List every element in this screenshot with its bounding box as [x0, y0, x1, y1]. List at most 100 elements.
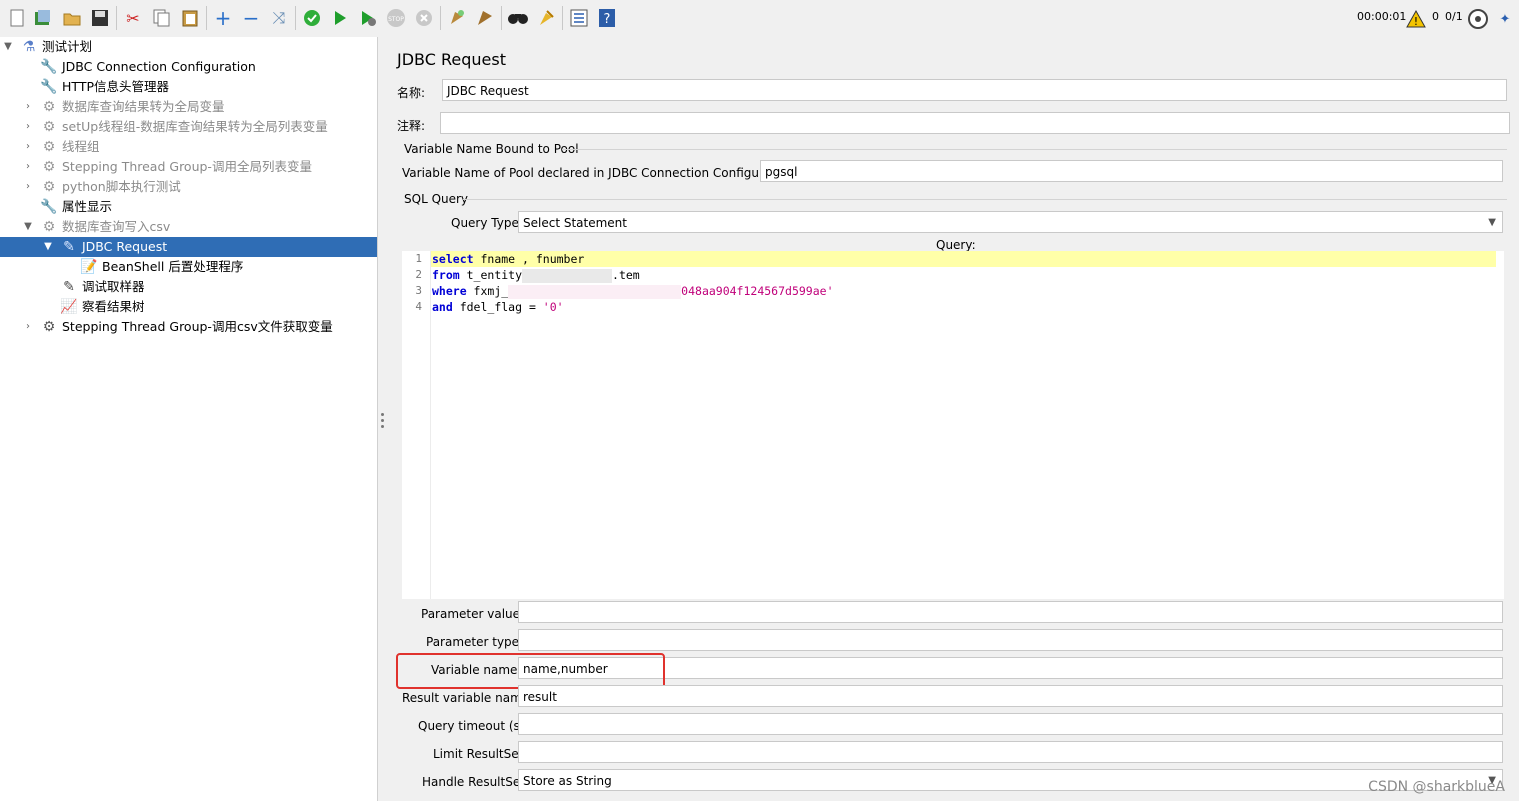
copy-icon[interactable]	[151, 7, 173, 29]
reset-search-icon[interactable]	[535, 7, 557, 29]
svg-text:!: !	[1414, 15, 1418, 28]
flask-icon: ⚗	[22, 39, 36, 55]
chevron-down-icon: ▼	[1488, 217, 1496, 228]
tree-item-jdbc-config[interactable]: 🔧 JDBC Connection Configuration	[0, 57, 377, 77]
code-line-2: from t_entity .tem	[432, 267, 640, 283]
toggle-icon[interactable]: ⤨	[268, 7, 290, 29]
tree-item-label: 数据库查询写入csv	[62, 219, 171, 234]
paste-icon[interactable]	[179, 7, 201, 29]
tree-item-jdbc-request[interactable]: ▼ ✎ JDBC Request	[0, 237, 377, 257]
tree-item-http-header[interactable]: 🔧 HTTP信息头管理器	[0, 77, 377, 97]
start-icon[interactable]	[329, 7, 351, 29]
query-type-label: Query Type:	[451, 216, 523, 230]
tree-item-label: 属性显示	[62, 199, 113, 214]
line-number: 2	[415, 268, 422, 281]
expand-arrow-icon[interactable]: ›	[22, 137, 34, 157]
tree-item-property-display[interactable]: 🔧 属性显示	[0, 197, 377, 217]
chart-icon: 📈	[60, 299, 78, 315]
comment-label: 注释:	[397, 119, 426, 133]
warning-icon[interactable]: !	[1405, 8, 1427, 30]
tree-item-stepping-thread-group[interactable]: › ⚙ Stepping Thread Group-调用全局列表变量	[0, 157, 377, 177]
expand-arrow-icon[interactable]: ›	[22, 317, 34, 337]
handle-resultset-label: Handle ResultSet:	[422, 775, 529, 789]
collapse-icon[interactable]: −	[240, 6, 262, 30]
gear-icon: ⚙	[42, 179, 56, 195]
templates-icon[interactable]	[32, 7, 54, 29]
param-values-field[interactable]	[518, 601, 1503, 623]
name-label: 名称:	[397, 86, 426, 100]
expand-icon[interactable]: +	[212, 6, 234, 30]
variable-names-field[interactable]: name,number	[518, 657, 1503, 679]
expand-arrow-icon[interactable]: ›	[22, 157, 34, 177]
toolbar: ✂ + − ⤨ STOP ? 00:00:01 ! 0 0/1 ✦	[0, 0, 1519, 38]
tree-item-thread-group[interactable]: › ⚙ 线程组	[0, 137, 377, 157]
elapsed-time: 00:00:01	[1357, 10, 1407, 23]
gear-icon: ⚙	[42, 99, 56, 115]
line-number: 1	[415, 252, 422, 265]
stop-icon[interactable]: STOP	[385, 7, 407, 29]
group-divider	[562, 149, 1507, 150]
tree-item-debug-sampler[interactable]: ✎ 调试取样器	[0, 277, 377, 297]
clear-icon[interactable]	[446, 7, 468, 29]
code-text: fxmj_	[466, 284, 509, 298]
tree-item-db-to-csv[interactable]: ▼ ⚙ 数据库查询写入csv	[0, 217, 377, 237]
collapse-arrow-icon[interactable]: ▼	[22, 217, 34, 237]
param-values-label: Parameter values:	[421, 607, 531, 621]
new-icon[interactable]	[6, 7, 28, 29]
open-icon[interactable]	[61, 7, 83, 29]
tree-item-label: 察看结果树	[82, 299, 145, 314]
help-icon[interactable]: ?	[596, 7, 618, 29]
tree-item-label: Stepping Thread Group-调用全局列表变量	[62, 159, 312, 174]
tree-item-label: BeanShell 后置处理程序	[102, 259, 244, 274]
function-helper-icon[interactable]	[568, 7, 590, 29]
start-no-pause-icon[interactable]	[357, 7, 379, 29]
log-viewer-icon[interactable]: ✦	[1494, 8, 1516, 30]
tree-item-view-results-tree[interactable]: 📈 察看结果树	[0, 297, 377, 317]
collapse-arrow-icon[interactable]: ▼	[42, 237, 54, 257]
result-variable-field[interactable]: result	[518, 685, 1503, 707]
query-type-select[interactable]: Select Statement ▼	[518, 211, 1503, 233]
tree-item-beanshell[interactable]: 📝 BeanShell 后置处理程序	[0, 257, 377, 277]
param-types-label: Parameter types:	[426, 635, 530, 649]
splitter-handle[interactable]	[378, 37, 387, 801]
code-string: '0'	[542, 300, 564, 314]
expand-arrow-icon[interactable]: ›	[22, 177, 34, 197]
remote-status-icon[interactable]	[1467, 8, 1489, 30]
query-label: Query:	[936, 238, 976, 252]
comment-field[interactable]	[440, 112, 1510, 134]
shutdown-icon[interactable]	[413, 7, 435, 29]
tree-item-stepping-csv[interactable]: › ⚙ Stepping Thread Group-调用csv文件获取变量	[0, 317, 377, 337]
tree-item-setup-thread-group[interactable]: › ⚙ setUp线程组-数据库查询结果转为全局列表变量	[0, 117, 377, 137]
watermark: CSDN @sharkblueA	[1368, 779, 1505, 795]
tree-item-python-test[interactable]: › ⚙ python脚本执行测试	[0, 177, 377, 197]
sql-keyword: select	[432, 252, 474, 266]
save-icon[interactable]	[89, 7, 111, 29]
gear-icon: ⚙	[42, 159, 56, 175]
tree-item-test-plan[interactable]: ▼ ⚗ 测试计划	[0, 37, 377, 57]
handle-resultset-value: Store as String	[523, 774, 612, 788]
line-number: 3	[415, 284, 422, 297]
collapse-arrow-icon[interactable]: ▼	[2, 37, 14, 57]
handle-resultset-select[interactable]: Store as String ▼	[518, 769, 1503, 791]
redacted-text	[508, 284, 682, 299]
code-line-1: select fname , fnumber	[432, 251, 584, 267]
cut-icon[interactable]: ✂	[122, 7, 144, 29]
limit-resultset-field[interactable]	[518, 741, 1503, 763]
expand-arrow-icon[interactable]: ›	[22, 117, 34, 137]
query-timeout-field[interactable]	[518, 713, 1503, 735]
search-icon[interactable]	[507, 7, 529, 29]
validate-icon[interactable]	[301, 7, 323, 29]
name-field[interactable]: JDBC Request	[442, 79, 1507, 101]
wrench-icon: 🔧	[40, 79, 58, 95]
current-line-highlight	[431, 251, 1496, 267]
clear-all-icon[interactable]	[474, 7, 496, 29]
sql-group-title: SQL Query	[404, 192, 469, 206]
tree-item-label: HTTP信息头管理器	[62, 79, 169, 94]
expand-arrow-icon[interactable]: ›	[22, 97, 34, 117]
sql-query-editor[interactable]: 1 2 3 4 select fname , fnumber from t_en…	[402, 251, 1504, 599]
pool-name-field[interactable]: pgsql	[760, 160, 1503, 182]
tree-item-db-global-var[interactable]: › ⚙ 数据库查询结果转为全局变量	[0, 97, 377, 117]
param-types-field[interactable]	[518, 629, 1503, 651]
code-string: 048aa904f124567d599ae'	[681, 284, 834, 298]
tree-item-label: JDBC Request	[82, 239, 168, 254]
